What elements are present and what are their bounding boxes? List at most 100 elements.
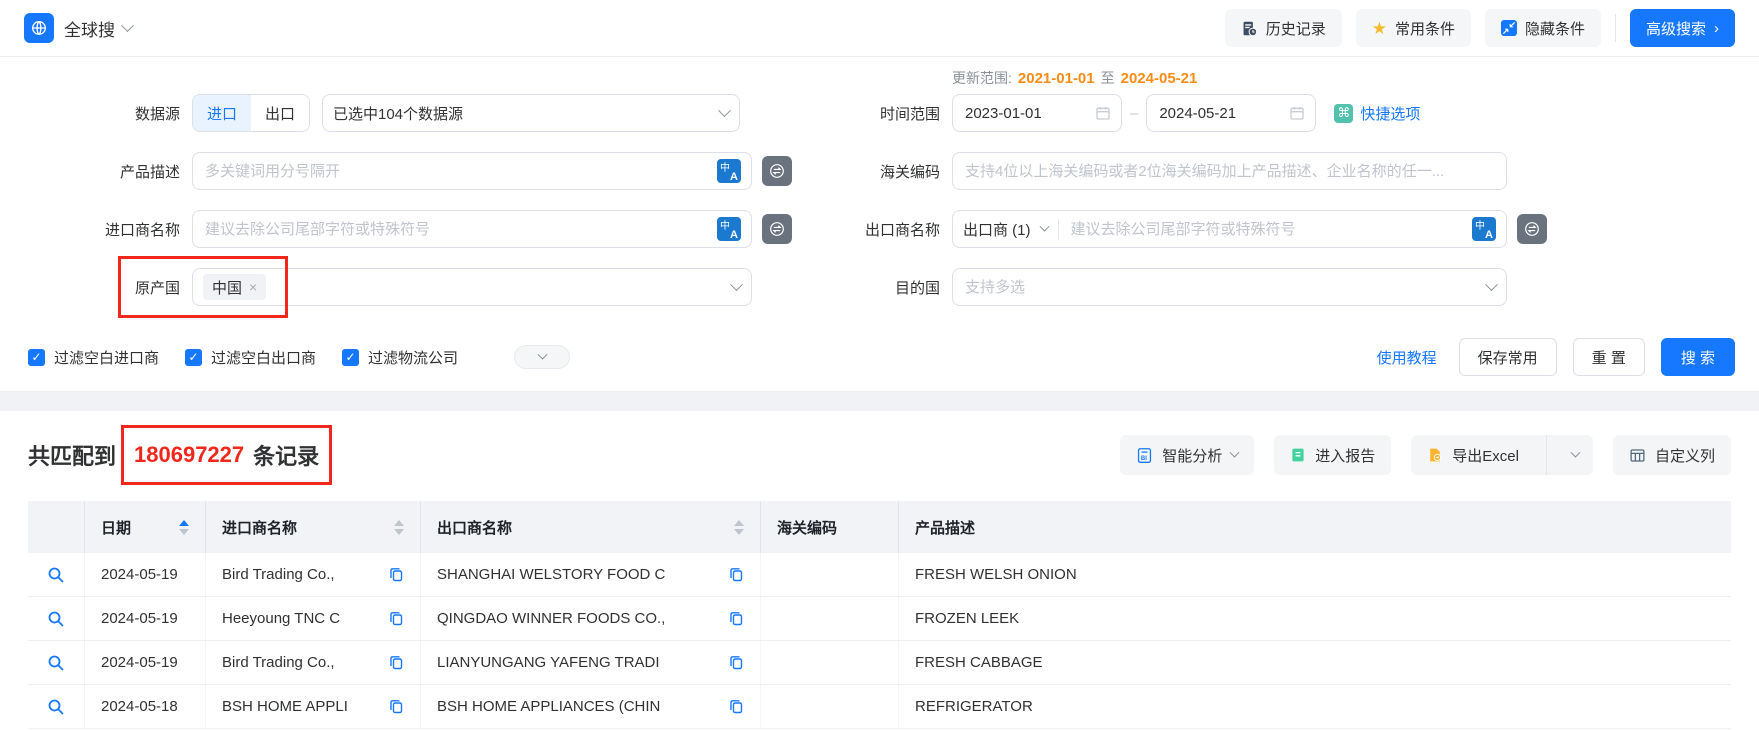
data-source-selected-value: 已选中104个数据源 [333, 103, 463, 124]
copy-icon[interactable] [389, 655, 404, 670]
calendar-icon[interactable] [1095, 105, 1111, 121]
swap-circle-icon [768, 220, 786, 238]
product-desc-row: 产品描述 中 A [30, 151, 800, 191]
row-search-icon[interactable] [47, 610, 65, 628]
cell-date: 2024-05-19 [101, 566, 178, 583]
hs-code-row: 海关编码 [800, 151, 1735, 191]
sort-icon[interactable] [734, 520, 744, 535]
copy-icon[interactable] [729, 611, 744, 626]
fuzzy-match-toggle[interactable] [1517, 214, 1547, 244]
smart-analysis-button[interactable]: BI 智能分析 [1120, 435, 1254, 475]
importer-input[interactable] [203, 220, 717, 239]
origin-country-tag[interactable]: 中国 × [203, 274, 266, 300]
row-search-icon[interactable] [47, 654, 65, 672]
exporter-type-select[interactable]: 出口商 (1) [963, 219, 1059, 240]
cell-exporter: LIANYUNGANG YAFENG TRADI [437, 654, 687, 671]
table-body: 2024-05-19 Bird Trading Co., SHANGHAI WE… [28, 553, 1731, 729]
hide-conditions-button[interactable]: 隐藏条件 [1485, 9, 1601, 47]
favorites-button[interactable]: ★ 常用条件 [1356, 9, 1471, 47]
filter-options-row: ✓ 过滤空白进口商 ✓ 过滤空白出口商 ✓ 过滤物流公司 使用教程 保存常用 重… [0, 337, 1759, 377]
swap-circle-icon [1523, 220, 1541, 238]
header-cell-product: 产品描述 [898, 501, 1731, 553]
copy-icon[interactable] [729, 655, 744, 670]
header-cell-hs-code: 海关编码 [760, 501, 898, 553]
origin-country-select[interactable]: 中国 × [192, 268, 752, 306]
fuzzy-match-toggle[interactable] [762, 156, 792, 186]
date-from-input[interactable] [963, 104, 1095, 123]
data-source-select[interactable]: 已选中104个数据源 [322, 94, 740, 132]
exporter-input[interactable] [1069, 220, 1472, 239]
svg-text:BI: BI [1141, 455, 1147, 461]
cell-date: 2024-05-18 [101, 698, 178, 715]
update-range-label: 更新范围: [952, 68, 1012, 88]
cell-exporter: QINGDAO WINNER FOODS CO., [437, 610, 687, 627]
column-label: 日期 [101, 517, 131, 538]
data-source-row: 数据源 进口 出口 已选中104个数据源 [30, 93, 800, 133]
import-tab[interactable]: 进口 [193, 95, 251, 131]
checkbox-filter-blank-importer[interactable]: ✓ 过滤空白进口商 [28, 347, 159, 368]
cell-product: REFRIGERATOR [915, 698, 1033, 715]
globe-icon[interactable] [24, 13, 54, 43]
importer-label: 进口商名称 [30, 219, 180, 240]
row-search-icon[interactable] [47, 566, 65, 584]
date-range-dash: – [1130, 105, 1138, 122]
table-row: 2024-05-18 BSH HOME APPLI BSH HOME APPLI… [28, 685, 1731, 729]
cell-exporter: BSH HOME APPLIANCES (CHIN [437, 698, 687, 715]
collapse-form-button[interactable] [514, 345, 570, 369]
save-favorite-button[interactable]: 保存常用 [1459, 338, 1557, 376]
date-to-input[interactable] [1157, 104, 1289, 123]
translate-icon[interactable]: 中 A [717, 217, 741, 241]
update-range-to: 2024-05-21 [1121, 70, 1198, 87]
export-options-button[interactable] [1558, 435, 1593, 475]
copy-icon[interactable] [729, 699, 744, 714]
destination-input[interactable] [963, 278, 1487, 297]
custom-columns-button[interactable]: 自定义列 [1613, 435, 1731, 475]
date-from-field [952, 94, 1122, 132]
advanced-search-button[interactable]: 高级搜索 › [1630, 9, 1735, 47]
calendar-icon[interactable] [1289, 105, 1305, 121]
search-button[interactable]: 搜 索 [1661, 338, 1735, 376]
quick-options-button[interactable]: ⌘ 快捷选项 [1334, 103, 1420, 124]
export-excel-label: 导出Excel [1452, 445, 1519, 466]
copy-icon[interactable] [389, 611, 404, 626]
copy-icon[interactable] [389, 699, 404, 714]
chevron-down-icon [121, 19, 134, 32]
advanced-search-label: 高级搜索 [1646, 18, 1706, 39]
destination-row: 目的国 [800, 267, 1735, 307]
cell-exporter: SHANGHAI WELSTORY FOOD C [437, 566, 687, 583]
copy-icon[interactable] [389, 567, 404, 582]
export-excel-button[interactable]: 导出Excel [1411, 435, 1535, 475]
header-cell-importer[interactable]: 进口商名称 [205, 501, 420, 553]
close-icon[interactable]: × [249, 279, 257, 295]
table-row: 2024-05-19 Heeyoung TNC C QINGDAO WINNER… [28, 597, 1731, 641]
copy-icon[interactable] [729, 567, 744, 582]
product-desc-input[interactable] [203, 162, 717, 181]
sort-icon[interactable] [394, 520, 404, 535]
sort-icon[interactable] [179, 520, 189, 535]
checkbox-filter-logistics[interactable]: ✓ 过滤物流公司 [342, 347, 458, 368]
hs-code-input[interactable] [963, 162, 1496, 181]
fuzzy-match-toggle[interactable] [762, 214, 792, 244]
results-title: 共匹配到 180697227 条记录 [28, 425, 332, 485]
divider [1546, 435, 1547, 475]
destination-select[interactable] [952, 268, 1507, 306]
row-search-icon[interactable] [47, 698, 65, 716]
translate-icon[interactable]: 中 A [1472, 217, 1496, 241]
chevron-down-icon [1230, 447, 1240, 457]
chevron-down-icon [1571, 447, 1581, 457]
enter-report-button[interactable]: 进入报告 [1274, 435, 1391, 475]
chevron-down-icon [1485, 278, 1498, 291]
reset-button[interactable]: 重 置 [1573, 338, 1645, 376]
header-cell-date[interactable]: 日期 [84, 501, 205, 553]
export-tab[interactable]: 出口 [251, 95, 309, 131]
star-icon: ★ [1372, 20, 1387, 37]
translate-icon[interactable]: 中 A [717, 159, 741, 183]
history-button[interactable]: 历史记录 [1225, 9, 1342, 47]
checkbox-checked-icon: ✓ [342, 349, 359, 366]
tutorial-link[interactable]: 使用教程 [1377, 347, 1437, 368]
chevron-down-icon [537, 349, 547, 359]
header-cell-exporter[interactable]: 出口商名称 [420, 501, 760, 553]
checkbox-filter-blank-exporter[interactable]: ✓ 过滤空白出口商 [185, 347, 316, 368]
checkbox-checked-icon: ✓ [28, 349, 45, 366]
app-switcher[interactable]: 全球搜 [64, 16, 132, 41]
